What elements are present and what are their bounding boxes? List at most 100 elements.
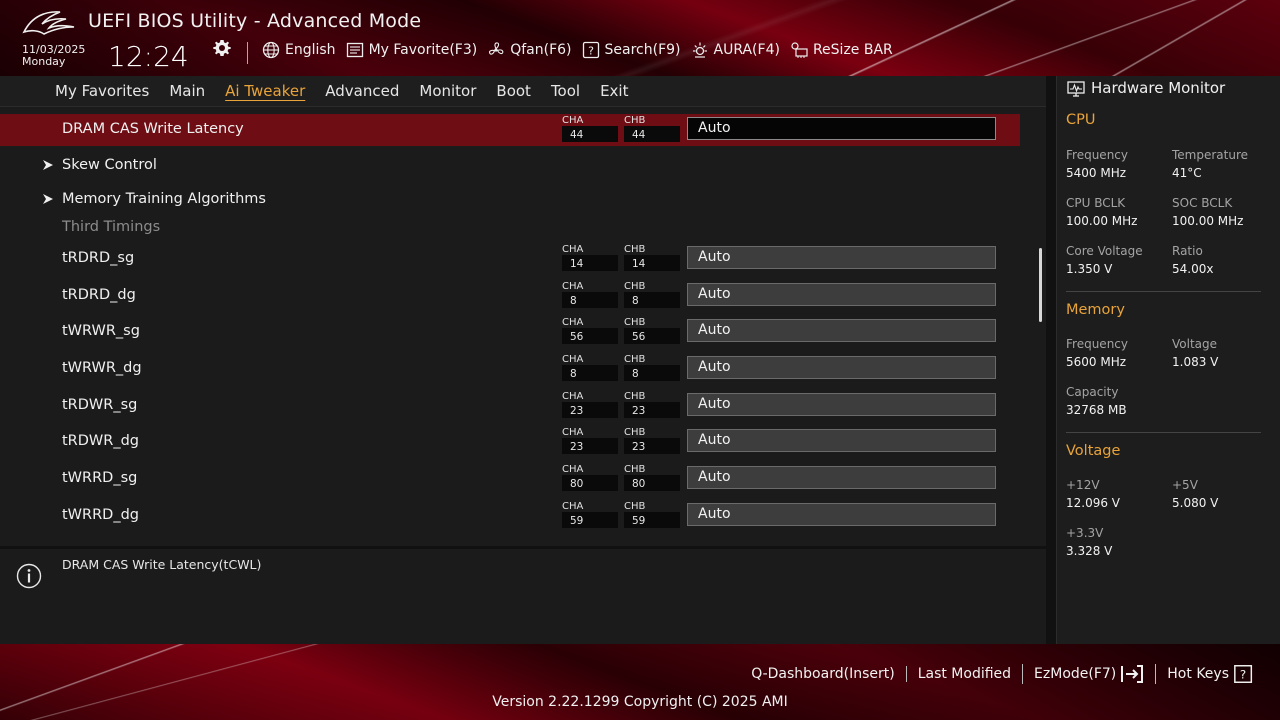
setting-value-input[interactable]: Auto <box>687 503 996 526</box>
core-voltage-label: Core Voltage <box>1066 244 1143 258</box>
setting-row-trdrd-dg[interactable]: tRDRD_dg CHA 8 CHB 8 Auto <box>0 280 1020 312</box>
cha-readout: CHA 23 <box>562 426 618 456</box>
tab-exit[interactable]: Exit <box>600 82 628 100</box>
cha-readout: CHA 8 <box>562 280 618 310</box>
chb-readout: CHB 8 <box>624 353 680 383</box>
setting-value-input[interactable]: Auto <box>687 429 996 452</box>
section-divider <box>1066 432 1261 433</box>
language-button[interactable]: English <box>262 41 336 59</box>
ezmode-button[interactable]: EzMode(F7) <box>1022 664 1155 684</box>
setting-value-input[interactable]: Auto <box>687 393 996 416</box>
aura-button[interactable]: AURA(F4) <box>691 41 780 59</box>
setting-row-dram-cas-write-latency[interactable]: DRAM CAS Write Latency CHA 44 CHB 44 Aut… <box>0 114 1020 146</box>
hot-keys-button[interactable]: Hot Keys ? <box>1155 664 1266 684</box>
info-icon <box>16 563 42 589</box>
search-label: Search(F9) <box>604 42 681 58</box>
setting-row-twrrd-sg[interactable]: tWRRD_sg CHA 80 CHB 80 Auto <box>0 463 1020 495</box>
day-text: Monday <box>22 55 66 68</box>
setting-label: tRDWR_sg <box>62 397 138 413</box>
setting-row-trdwr-sg[interactable]: tRDWR_sg CHA 23 CHB 23 Auto <box>0 390 1020 422</box>
setting-value-input[interactable]: Auto <box>687 356 996 379</box>
chb-value: 23 <box>624 402 680 418</box>
chb-value: 80 <box>624 475 680 491</box>
soc-bclk-value: 100.00 MHz <box>1172 214 1244 228</box>
hot-keys-label: Hot Keys <box>1167 666 1229 682</box>
chb-value: 14 <box>624 255 680 271</box>
tab-my-favorites[interactable]: My Favorites <box>55 82 149 100</box>
top-header: UEFI BIOS Utility - Advanced Mode 11/03/… <box>0 0 1280 76</box>
chb-label: CHB <box>624 281 646 292</box>
resize-bar-button[interactable]: ReSize BAR <box>790 41 893 59</box>
chb-label: CHB <box>624 244 646 255</box>
q-dashboard-label: Q-Dashboard(Insert) <box>751 666 895 682</box>
memory-frequency-value: 5600 MHz <box>1066 355 1127 369</box>
submenu-label: Memory Training Algorithms <box>62 191 266 207</box>
language-label: English <box>285 42 336 58</box>
chb-readout: CHB 59 <box>624 500 680 530</box>
gear-icon[interactable] <box>212 38 232 58</box>
tab-advanced[interactable]: Advanced <box>325 82 399 100</box>
chb-readout: CHB 56 <box>624 316 680 346</box>
setting-row-twrwr-dg[interactable]: tWRWR_dg CHA 8 CHB 8 Auto <box>0 353 1020 385</box>
cha-value: 8 <box>562 292 618 308</box>
chb-label: CHB <box>624 501 646 512</box>
cha-label: CHA <box>562 427 584 438</box>
v12-label: +12V <box>1066 478 1100 492</box>
cha-readout: CHA 44 <box>562 114 618 144</box>
setting-value-input[interactable]: Auto <box>687 246 996 269</box>
tab-monitor[interactable]: Monitor <box>419 82 476 100</box>
cha-label: CHA <box>562 244 584 255</box>
qfan-label: Qfan(F6) <box>510 42 572 58</box>
panel-divider <box>1046 76 1056 644</box>
main-nav: My Favorites Main Ai Tweaker Advanced Mo… <box>0 76 1046 106</box>
help-question-icon: ? <box>1234 665 1253 683</box>
search-button[interactable]: ? Search(F9) <box>582 41 681 59</box>
memory-section-title: Memory <box>1066 302 1125 318</box>
setting-value-input[interactable]: Auto <box>687 466 996 489</box>
last-modified-button[interactable]: Last Modified <box>905 666 1022 682</box>
q-dashboard-button[interactable]: Q-Dashboard(Insert) <box>740 666 906 682</box>
last-modified-label: Last Modified <box>917 666 1012 682</box>
cpu-temperature-label: Temperature <box>1172 148 1249 162</box>
cha-value: 23 <box>562 402 618 418</box>
cha-value: 59 <box>562 512 618 528</box>
cha-readout: CHA 80 <box>562 463 618 493</box>
setting-value-input[interactable]: Auto <box>687 319 996 342</box>
setting-row-trdrd-sg[interactable]: tRDRD_sg CHA 14 CHB 14 Auto <box>0 243 1020 275</box>
tab-boot[interactable]: Boot <box>496 82 531 100</box>
cha-readout: CHA 59 <box>562 500 618 530</box>
setting-row-twrrd-dg[interactable]: tWRRD_dg CHA 59 CHB 59 Auto <box>0 500 1020 532</box>
clock[interactable]: 12:24 <box>108 40 189 73</box>
cha-readout: CHA 23 <box>562 390 618 420</box>
list-scrollbar[interactable] <box>1039 248 1042 322</box>
setting-label: tWRRD_dg <box>62 507 139 523</box>
svg-text:?: ? <box>1240 668 1246 682</box>
cha-readout: CHA 14 <box>562 243 618 273</box>
tab-ai-tweaker[interactable]: Ai Tweaker <box>225 82 305 100</box>
chb-label: CHB <box>624 115 646 126</box>
tab-main[interactable]: Main <box>169 82 205 100</box>
chb-readout: CHB 14 <box>624 243 680 273</box>
chb-value: 8 <box>624 365 680 381</box>
chb-value: 56 <box>624 328 680 344</box>
setting-value-input[interactable]: Auto <box>687 117 996 140</box>
setting-label: tRDRD_dg <box>62 287 136 303</box>
setting-row-twrwr-sg[interactable]: tWRWR_sg CHA 56 CHB 56 Auto <box>0 316 1020 348</box>
aura-light-icon <box>692 42 707 58</box>
exit-arrow-icon <box>1121 665 1144 683</box>
tab-tool[interactable]: Tool <box>551 82 580 100</box>
cha-label: CHA <box>562 391 584 402</box>
memory-voltage-label: Voltage <box>1172 337 1218 351</box>
header-separator <box>247 42 248 64</box>
qfan-button[interactable]: Qfan(F6) <box>487 41 572 59</box>
setting-value-input[interactable]: Auto <box>687 283 996 306</box>
cpu-temperature-value: 41°C <box>1172 166 1202 180</box>
setting-row-trdwr-dg[interactable]: tRDWR_dg CHA 23 CHB 23 Auto <box>0 426 1020 458</box>
submenu-skew-control[interactable]: Skew Control <box>0 150 1020 182</box>
chb-readout: CHB 44 <box>624 114 680 144</box>
cha-label: CHA <box>562 281 584 292</box>
chb-label: CHB <box>624 427 646 438</box>
cha-value: 44 <box>562 126 618 142</box>
my-favorite-button[interactable]: My Favorite(F3) <box>346 41 478 59</box>
my-favorite-label: My Favorite(F3) <box>368 42 478 58</box>
